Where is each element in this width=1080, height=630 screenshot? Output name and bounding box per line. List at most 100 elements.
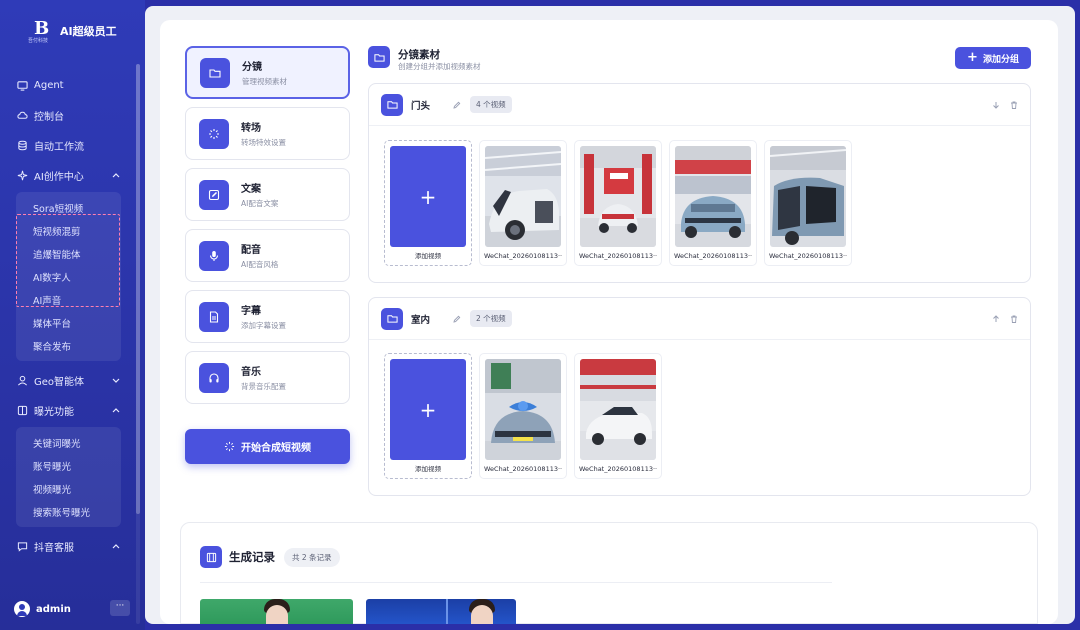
sidebar-item-douyin-service[interactable]: 抖音客服 <box>0 531 145 561</box>
presenter-face <box>266 605 288 624</box>
video-thumbnail[interactable]: WeChat_20260108113··· <box>669 140 757 266</box>
more-button[interactable]: ··· <box>110 600 130 616</box>
sidebar-item-agent[interactable]: Agent <box>0 70 145 100</box>
sidebar-item-console[interactable]: 控制台 <box>0 100 145 130</box>
group-header: 门头 4 个视频 <box>369 84 1030 126</box>
highlight-annotation <box>16 214 120 307</box>
submenu-item-keyword[interactable]: 关键词曝光 <box>16 431 121 454</box>
step-voiceover[interactable]: 配音 AI配音风格 <box>185 229 350 282</box>
submenu-item-account[interactable]: 账号曝光 <box>16 454 121 477</box>
sidebar-item-exposure[interactable]: 曝光功能 <box>0 395 145 425</box>
chevron-up-icon[interactable] <box>111 170 121 180</box>
trash-icon[interactable] <box>1009 100 1019 110</box>
sidebar-item-ai-center[interactable]: AI创作中心 <box>0 160 145 190</box>
folder-icon <box>200 57 230 88</box>
film-icon <box>200 546 222 568</box>
user-name: admin <box>36 603 71 615</box>
group-name: 门头 <box>411 100 431 112</box>
app-logo[interactable]: B 吾付科技 AI超级员工 <box>28 16 148 46</box>
video-preview-image <box>485 146 561 247</box>
sidebar-scrollbar-thumb[interactable] <box>136 64 140 514</box>
chevron-up-icon[interactable] <box>111 405 121 415</box>
video-preview-image <box>580 359 656 460</box>
add-video-tile[interactable]: + 添加视频 <box>384 140 472 266</box>
add-video-tile[interactable]: + 添加视频 <box>384 353 472 479</box>
add-group-label: 添加分组 <box>982 54 1019 65</box>
submenu-item-search-account[interactable]: 搜索账号曝光 <box>16 500 121 523</box>
cloud-icon <box>16 109 28 121</box>
folder-icon <box>381 93 403 116</box>
video-preview-image <box>675 146 751 247</box>
video-filename: WeChat_20260108113··· <box>579 465 657 473</box>
sidebar-item-geo[interactable]: Geo智能体 <box>0 365 145 395</box>
folder-icon <box>381 307 403 330</box>
group-name: 室内 <box>411 314 431 326</box>
step-subtitles[interactable]: 字幕 添加字幕设置 <box>185 290 350 343</box>
video-thumbnail[interactable]: WeChat_20260108113··· <box>479 353 567 479</box>
step-storyboard[interactable]: 分镜 管理视频素材 <box>185 46 350 99</box>
geo-icon <box>16 374 28 386</box>
step-title: 字幕 <box>241 306 261 317</box>
add-video-label: 添加视频 <box>415 465 441 473</box>
step-title: 配音 <box>241 245 261 256</box>
video-thumbnail[interactable]: WeChat_20260108113··· <box>764 140 852 266</box>
step-title: 分镜 <box>242 62 262 73</box>
video-filename: WeChat_20260108113··· <box>484 465 562 473</box>
video-filename: WeChat_20260108113··· <box>484 252 562 260</box>
sidebar-item-label: 自动工作流 <box>34 141 84 153</box>
exposure-submenu: 关键词曝光 账号曝光 视频曝光 搜索账号曝光 <box>16 427 121 527</box>
video-filename: WeChat_20260108113··· <box>579 252 657 260</box>
sidebar-item-label: AI创作中心 <box>34 171 84 183</box>
step-subtitle: 添加字幕设置 <box>241 321 286 330</box>
step-title: 转场 <box>241 123 261 134</box>
edit-icon <box>199 179 229 210</box>
submenu-item-video[interactable]: 视频曝光 <box>16 477 121 500</box>
sidebar-item-workflow[interactable]: 自动工作流 <box>0 130 145 160</box>
start-compose-label: 开始合成短视频 <box>241 443 311 454</box>
step-title: 音乐 <box>241 367 261 378</box>
monitor-icon <box>16 79 28 91</box>
avatar <box>14 601 30 617</box>
plus-icon: + <box>967 50 978 65</box>
document-icon <box>199 301 229 332</box>
sidebar-item-label: 曝光功能 <box>34 406 74 418</box>
record-thumbnail[interactable] <box>366 599 516 624</box>
video-preview-image <box>485 359 561 460</box>
plus-icon: + <box>390 146 466 247</box>
edit-icon[interactable] <box>452 100 462 110</box>
add-group-button[interactable]: + 添加分组 <box>955 47 1031 69</box>
video-thumbnail[interactable]: WeChat_20260108113··· <box>574 140 662 266</box>
start-compose-button[interactable]: 开始合成短视频 <box>185 429 350 464</box>
video-preview-image <box>770 146 846 247</box>
record-thumbnail[interactable] <box>200 599 353 624</box>
submenu-item-publish[interactable]: 聚合发布 <box>16 334 121 357</box>
step-transition[interactable]: 转场 转场特效设置 <box>185 107 350 160</box>
chevron-up-icon[interactable] <box>111 541 121 551</box>
video-thumbnail[interactable]: WeChat_20260108113··· <box>574 353 662 479</box>
presenter-face <box>471 605 493 624</box>
records-count-badge: 共 2 条记录 <box>284 548 340 567</box>
step-title: 文案 <box>241 184 261 195</box>
arrow-down-icon[interactable] <box>991 100 1001 110</box>
edit-icon[interactable] <box>452 314 462 324</box>
step-subtitle: AI配音风格 <box>241 260 279 269</box>
trash-icon[interactable] <box>1009 314 1019 324</box>
step-copywriting[interactable]: 文案 AI配音文案 <box>185 168 350 221</box>
step-music[interactable]: 音乐 背景音乐配置 <box>185 351 350 404</box>
video-count-badge: 2 个视频 <box>470 310 512 327</box>
arrow-up-icon[interactable] <box>991 314 1001 324</box>
sidebar-item-label: 抖音客服 <box>34 542 74 554</box>
step-subtitle: 转场特效设置 <box>241 138 286 147</box>
step-subtitle: 管理视频素材 <box>242 77 287 86</box>
sidebar-item-label: Agent <box>34 79 64 91</box>
step-subtitle: AI配音文案 <box>241 199 279 208</box>
logo-letter: B <box>34 18 50 39</box>
submenu-item-media-platform[interactable]: 媒体平台 <box>16 311 121 334</box>
sparkle-icon <box>224 441 235 452</box>
video-thumbnail[interactable]: WeChat_20260108113··· <box>479 140 567 266</box>
megaphone-icon <box>16 404 28 416</box>
user-profile[interactable]: admin ··· <box>14 598 130 620</box>
video-filename: WeChat_20260108113··· <box>769 252 847 260</box>
headphones-icon <box>199 362 229 393</box>
chevron-down-icon[interactable] <box>111 375 121 385</box>
